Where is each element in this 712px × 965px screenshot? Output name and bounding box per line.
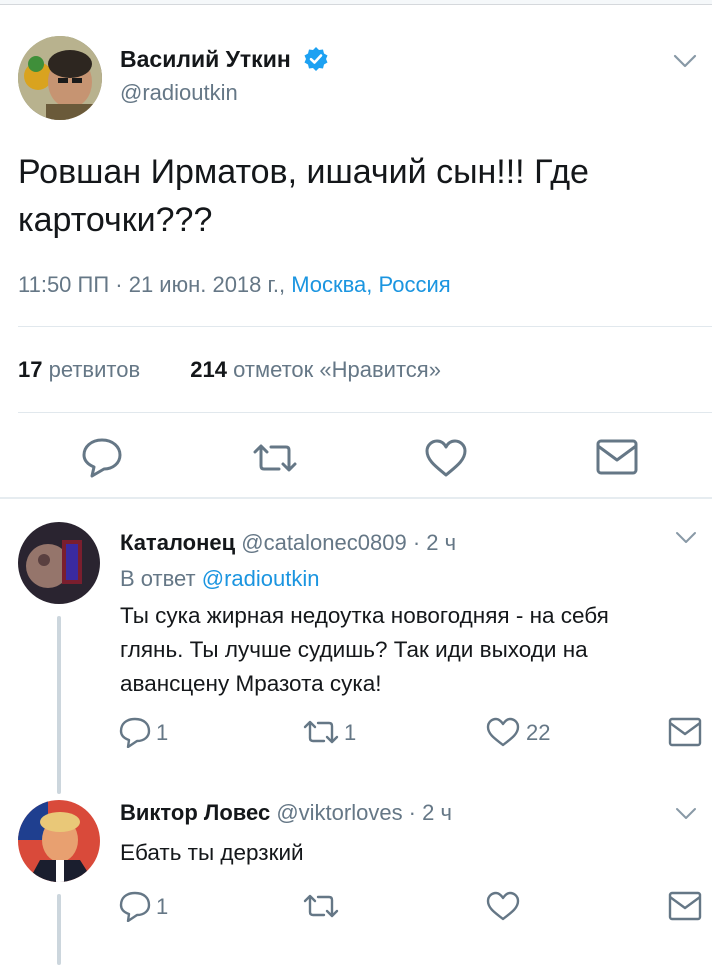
reply-text-line: Ты сука жирная недоутка новогодняя - на …	[120, 603, 609, 628]
top-border	[0, 0, 712, 5]
like-count: 22	[526, 720, 551, 745]
reply-author-name[interactable]: Каталонец	[120, 530, 235, 555]
reply-to-prefix: В ответ	[120, 566, 202, 591]
reply-author-handle[interactable]: @viktorloves · 2 ч	[276, 800, 452, 825]
share-icon[interactable]	[668, 717, 702, 747]
thread-line	[57, 894, 61, 965]
tweet-stats: 17 ретвитов 214 отметок «Нравится»	[18, 357, 441, 383]
avatar[interactable]	[18, 36, 102, 120]
retweets-count: 17	[18, 357, 43, 382]
reply-author-name[interactable]: Виктор Ловес	[120, 800, 270, 825]
reply-to-link[interactable]: @radioutkin	[202, 566, 320, 591]
like-icon[interactable]	[424, 438, 468, 478]
reply-icon[interactable]	[118, 716, 152, 748]
reply-author-handle[interactable]: @catalonec0809 · 2 ч	[241, 530, 456, 555]
like-icon[interactable]	[486, 891, 520, 921]
reply-text: Ты сука жирная недоутка новогодняя - на …	[120, 599, 609, 701]
avatar[interactable]	[18, 800, 100, 882]
reply-icon[interactable]	[80, 436, 124, 478]
reply-icon[interactable]	[118, 890, 152, 922]
tweet-text: Ровшан Ирматов, ишачий сын!!! Где карточ…	[18, 148, 589, 244]
timestamp[interactable]: 11:50 ПП · 21 июн. 2018 г.,	[18, 272, 291, 297]
reply-count: 1	[156, 720, 169, 745]
share-icon[interactable]	[668, 891, 702, 921]
likes-stat[interactable]: 214 отметок «Нравится»	[190, 357, 441, 382]
reply-text: Ебать ты дерзкий	[120, 840, 304, 865]
likes-label: отметок «Нравится»	[233, 357, 441, 382]
reply-to: В ответ @radioutkin	[120, 566, 319, 592]
chevron-down-icon[interactable]	[672, 52, 698, 70]
retweet-icon[interactable]	[302, 718, 340, 746]
reply-header: Каталонец @catalonec0809 · 2 ч	[120, 530, 456, 556]
reply-text-line: авансцену Мразота сука!	[120, 671, 382, 696]
likes-count: 214	[190, 357, 227, 382]
retweet-icon[interactable]	[251, 440, 299, 476]
chevron-down-icon[interactable]	[674, 530, 698, 546]
author-name[interactable]: Василий Уткин	[120, 46, 291, 73]
retweets-label: ретвитов	[48, 357, 141, 382]
tweet-meta: 11:50 ПП · 21 июн. 2018 г., Москва, Росс…	[18, 272, 451, 298]
reply-text-line: глянь. Ты лучше судишь? Так иди выходи н…	[120, 637, 588, 662]
retweets-stat[interactable]: 17 ретвитов	[18, 357, 140, 382]
thread-line	[57, 616, 61, 794]
reply-count: 1	[156, 894, 169, 919]
verified-badge-icon	[303, 46, 329, 72]
retweet-icon[interactable]	[302, 892, 340, 920]
reply-header: Виктор Ловес @viktorloves · 2 ч	[120, 800, 452, 826]
divider	[0, 497, 712, 499]
tweet-text-line: Ровшан Ирматов, ишачий сын!!! Где	[18, 153, 589, 191]
like-icon[interactable]	[486, 717, 520, 747]
tweet-text-line: карточки???	[18, 201, 213, 239]
divider	[18, 326, 712, 327]
divider	[18, 412, 712, 413]
avatar[interactable]	[18, 522, 100, 604]
author-handle[interactable]: @radioutkin	[120, 80, 238, 106]
chevron-down-icon[interactable]	[674, 806, 698, 822]
location-link[interactable]: Москва, Россия	[291, 272, 450, 297]
retweet-count: 1	[344, 720, 357, 745]
share-icon[interactable]	[595, 438, 639, 476]
